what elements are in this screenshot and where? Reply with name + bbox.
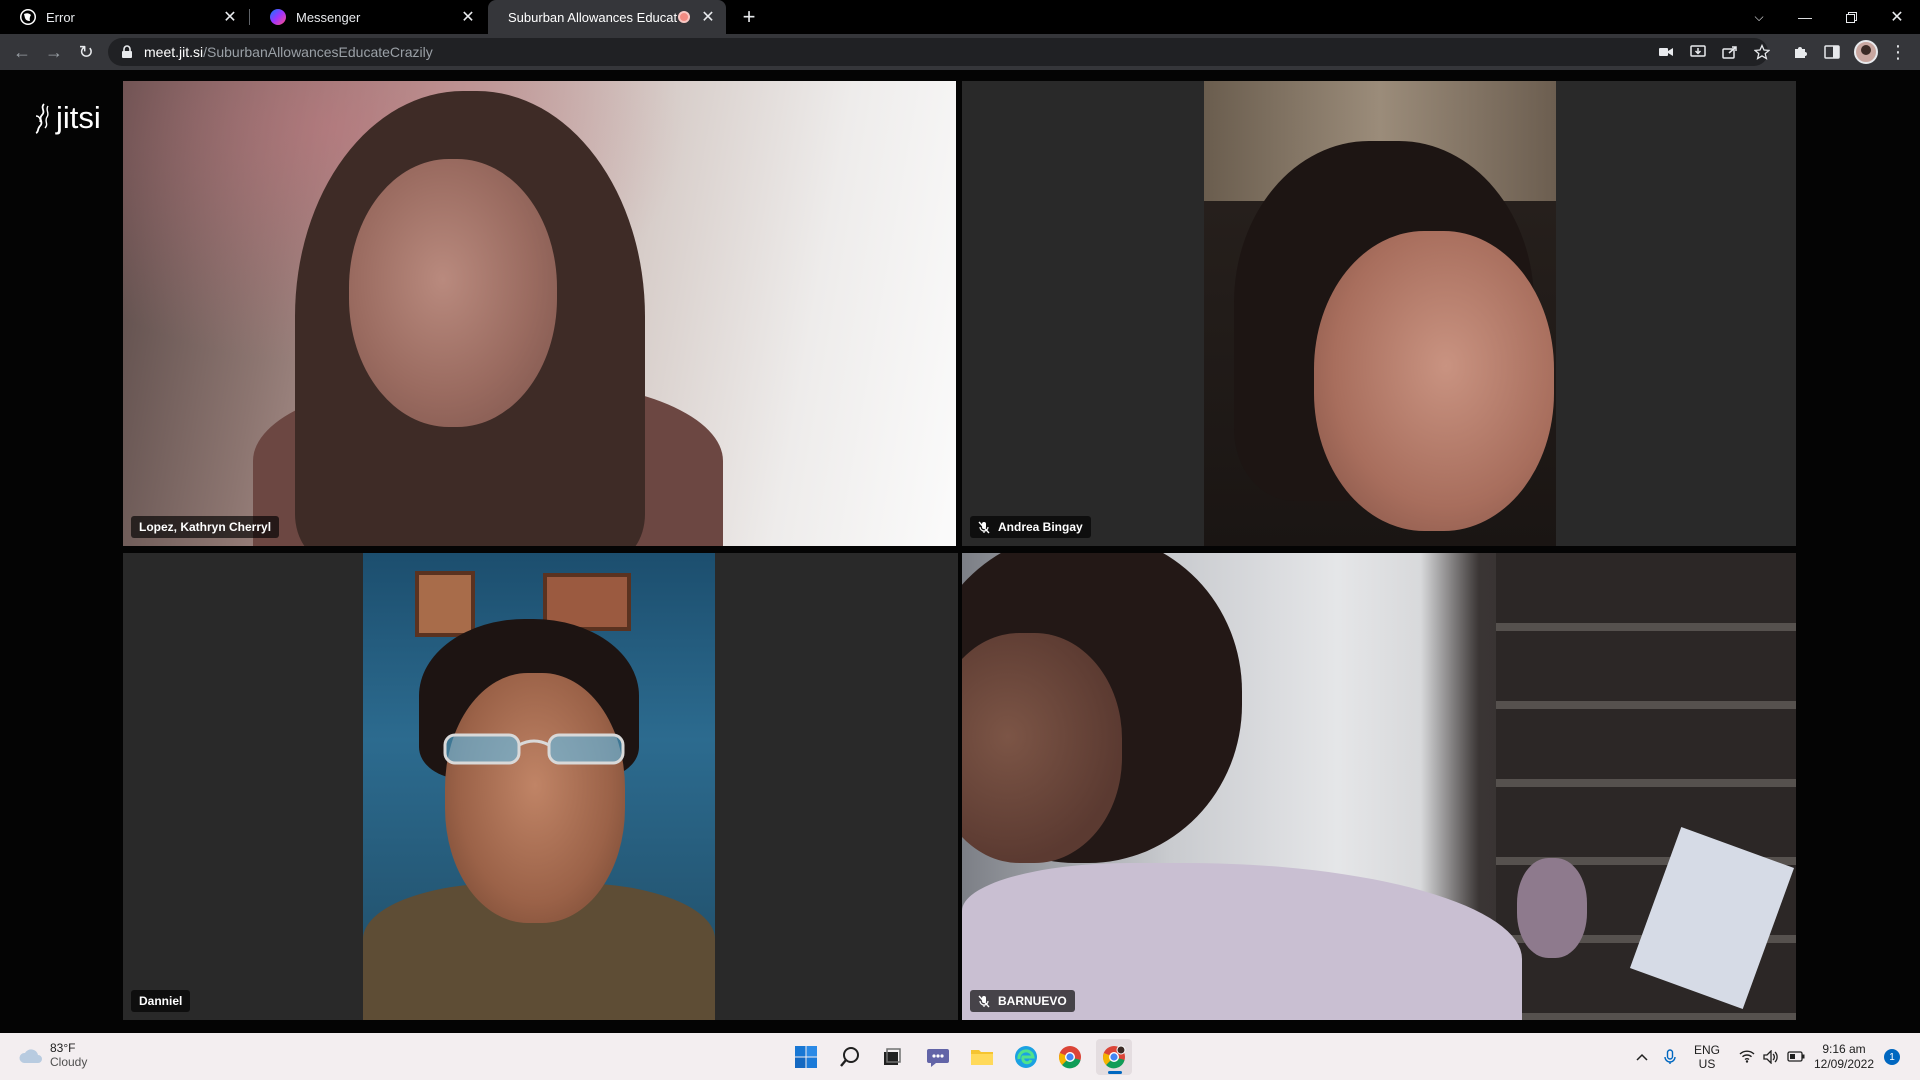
running-indicator <box>1108 1071 1122 1074</box>
participant-video <box>123 81 956 546</box>
participant-tile[interactable]: Andrea Bingay <box>962 81 1796 546</box>
close-tab-icon[interactable]: ✕ <box>458 7 478 27</box>
chrome-icon <box>1059 1046 1081 1069</box>
tab-messenger[interactable]: Messenger ✕ <box>250 0 486 34</box>
participant-tile[interactable]: Lopez, Kathryn Cherryl <box>123 81 956 546</box>
chrome-icon <box>1103 1045 1126 1069</box>
weather-widget[interactable]: 83°F Cloudy <box>18 1041 87 1070</box>
jitsi-logo-text: jitsi <box>56 100 101 135</box>
start-button[interactable] <box>788 1039 824 1075</box>
tab-title: Error <box>46 9 75 25</box>
participant-name: Lopez, Kathryn Cherryl <box>139 520 272 534</box>
taskbar-search-button[interactable] <box>832 1039 868 1075</box>
camera-in-use-icon[interactable] <box>1652 38 1680 66</box>
url-path: /SuburbanAllowancesEducateCrazily <box>203 44 433 60</box>
language-code: ENG <box>1693 1042 1720 1057</box>
volume-icon <box>1763 1049 1778 1064</box>
quick-settings-button[interactable] <box>1732 1033 1812 1080</box>
lock-icon[interactable] <box>120 45 134 59</box>
browser-toolbar: ← → ↻ meet.jit.si/SuburbanAllowancesEduc… <box>0 34 1920 70</box>
close-window-button[interactable]: ✕ <box>1874 0 1920 34</box>
participant-video <box>1204 81 1556 546</box>
weather-condition: Cloudy <box>50 1055 88 1069</box>
meeting-stage: jitsi Lopez, Kathryn Cherryl Andrea Bing… <box>0 70 1920 1033</box>
chrome-button[interactable] <box>1052 1039 1088 1075</box>
task-view-icon <box>884 1048 901 1065</box>
install-app-icon[interactable] <box>1684 38 1712 66</box>
address-bar[interactable]: meet.jit.si/SuburbanAllowancesEducateCra… <box>108 38 1768 66</box>
participant-name: Danniel <box>139 994 183 1008</box>
forward-button[interactable]: → <box>40 38 68 66</box>
chrome-profile-button[interactable] <box>1096 1039 1132 1075</box>
participant-name: BARNUEVO <box>998 994 1067 1008</box>
tab-search-button[interactable]: ⌵ <box>1736 0 1782 34</box>
participant-tile[interactable]: BARNUEVO <box>962 553 1796 1020</box>
participant-nameplate: Danniel <box>131 990 191 1012</box>
participant-tile[interactable]: Danniel <box>123 553 958 1020</box>
task-view-button[interactable] <box>874 1039 910 1075</box>
extensions-puzzle-icon[interactable] <box>1786 38 1814 66</box>
cloud-icon <box>19 1048 42 1063</box>
chevron-up-icon <box>1636 1053 1648 1061</box>
participant-video <box>363 553 715 1020</box>
windows-logo-icon <box>795 1046 817 1068</box>
chat-icon <box>927 1049 949 1067</box>
battery-icon <box>1787 1051 1805 1062</box>
file-explorer-button[interactable] <box>964 1039 1000 1075</box>
edge-icon <box>1015 1046 1037 1068</box>
participant-nameplate: Lopez, Kathryn Cherryl <box>131 516 280 538</box>
clock-date: 12/09/2022 <box>1813 1056 1875 1071</box>
tab-title: Suburban Allowances Educat <box>508 9 678 25</box>
browser-tab-strip: Error ✕ Messenger ✕ Suburban Allowances … <box>0 0 1920 34</box>
share-icon[interactable] <box>1716 38 1744 66</box>
participant-video <box>962 553 1796 1020</box>
close-tab-icon[interactable]: ✕ <box>220 7 240 27</box>
tab-jitsi-meeting[interactable]: Suburban Allowances Educat ✕ <box>488 0 726 34</box>
search-icon <box>840 1047 859 1067</box>
microphone-icon <box>1664 1048 1676 1064</box>
mic-muted-icon <box>978 995 990 1008</box>
teams-chat-button[interactable] <box>920 1039 956 1075</box>
notification-badge[interactable]: 1 <box>1884 1049 1900 1065</box>
reload-button[interactable]: ↻ <box>72 38 100 66</box>
participant-nameplate: BARNUEVO <box>970 990 1075 1012</box>
restore-button[interactable] <box>1828 0 1874 34</box>
messenger-icon <box>270 9 286 25</box>
edge-button[interactable] <box>1008 1039 1044 1075</box>
menu-dots-icon[interactable]: ⋮ <box>1884 38 1912 66</box>
weather-temperature: 83°F <box>50 1041 76 1055</box>
side-panel-icon[interactable] <box>1818 38 1846 66</box>
url-host: meet.jit.si <box>144 44 204 60</box>
wifi-icon <box>1739 1050 1755 1063</box>
clock-button[interactable]: 9:16 am 12/09/2022 <box>1812 1033 1876 1080</box>
new-tab-button[interactable]: + <box>736 4 762 30</box>
mic-muted-icon <box>978 521 990 534</box>
minimize-button[interactable]: — <box>1782 0 1828 34</box>
jitsi-logo[interactable]: jitsi <box>30 100 101 136</box>
participant-nameplate: Andrea Bingay <box>970 516 1091 538</box>
input-language-button[interactable]: ENG US <box>1690 1033 1724 1080</box>
participant-name: Andrea Bingay <box>998 520 1083 534</box>
tab-title: Messenger <box>296 9 361 25</box>
microphone-in-use-button[interactable] <box>1656 1033 1684 1080</box>
folder-icon <box>971 1050 993 1065</box>
globe-icon <box>20 9 36 25</box>
back-button[interactable]: ← <box>8 38 36 66</box>
recording-indicator-icon <box>678 11 690 23</box>
language-region: US <box>1698 1056 1716 1071</box>
tab-error[interactable]: Error ✕ <box>0 0 248 34</box>
windows-taskbar: 83°F Cloudy ENG US 9:16 am 12/09/2022 <box>0 1033 1920 1080</box>
bookmark-star-icon[interactable] <box>1748 38 1776 66</box>
close-tab-icon[interactable]: ✕ <box>698 7 718 27</box>
show-hidden-icons-button[interactable] <box>1628 1033 1656 1080</box>
profile-avatar[interactable] <box>1854 40 1878 64</box>
jitsi-logo-icon <box>35 103 49 134</box>
clock-time: 9:16 am <box>1822 1041 1866 1056</box>
